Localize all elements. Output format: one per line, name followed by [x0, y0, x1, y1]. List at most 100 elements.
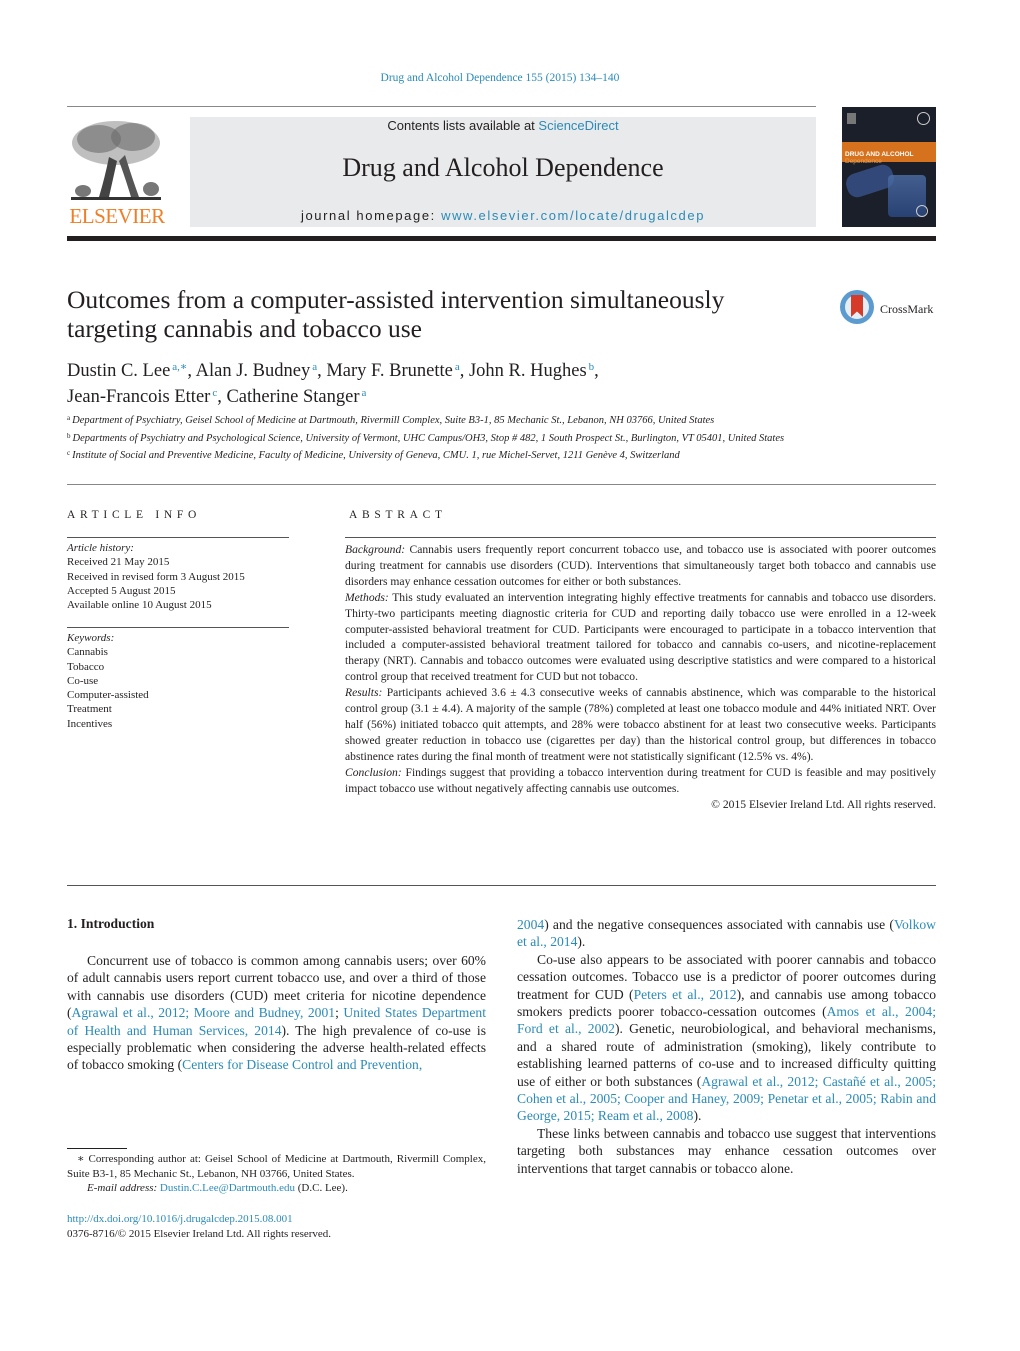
author-separator: , — [187, 361, 196, 381]
body-paragraph: These links between cannabis and tobacco… — [517, 1125, 936, 1177]
contents-prefix: Contents lists available at — [387, 118, 539, 133]
cover-title: DRUG AND ALCOHOL — [845, 151, 914, 158]
abstract-background: Background: Cannabis users frequently re… — [345, 542, 936, 590]
header-thick-rule — [67, 236, 936, 241]
email-line: E-mail address: Dustin.C.Lee@Dartmouth.e… — [67, 1181, 486, 1196]
article-history: Article history: Received 21 May 2015 Re… — [67, 541, 297, 612]
cover-subtitle: Dependence — [845, 158, 882, 165]
article-info-heading: ARTICLE INFO — [67, 509, 201, 521]
citation-link[interactable]: 2004 — [517, 917, 544, 932]
author[interactable]: Mary F. Brunette a — [326, 361, 459, 381]
abstract-conclusion: Conclusion: Findings suggest that provid… — [345, 765, 936, 797]
journal-cover-image[interactable]: DRUG AND ALCOHOL Dependence — [842, 107, 936, 227]
citation-link[interactable]: Agrawal et al., 2012; Moore and Budney, … — [72, 1005, 336, 1020]
journal-citation-link[interactable]: Drug and Alcohol Dependence 155 (2015) 1… — [0, 72, 1000, 84]
author-name: Dustin C. Lee — [67, 361, 171, 381]
cover-society-icon — [916, 205, 928, 217]
abstract-results: Results: Participants achieved 3.6 ± 4.3… — [345, 685, 936, 765]
body-paragraph: Co-use also appears to be associated wit… — [517, 951, 936, 1125]
section-divider — [67, 484, 936, 485]
affiliation: c Institute of Social and Preventive Medi… — [67, 446, 827, 464]
homepage-link[interactable]: www.elsevier.com/locate/drugalcdep — [441, 208, 705, 223]
abstract-end-rule — [67, 885, 936, 886]
keywords: Keywords: Cannabis Tobacco Co-use Comput… — [67, 631, 297, 731]
author-name: Catherine Stanger — [226, 387, 360, 407]
article-title: Outcomes from a computer-assisted interv… — [67, 285, 725, 343]
keyword: Tobacco — [67, 660, 105, 673]
abstract-section-text: This study evaluated an intervention int… — [345, 590, 936, 684]
header-divider — [67, 106, 816, 107]
elsevier-logo[interactable]: ELSEVIER — [67, 117, 167, 229]
crossmark-button[interactable]: CrossMark — [840, 290, 940, 330]
email-suffix: (D.C. Lee). — [295, 1182, 348, 1195]
abstract-heading: ABSTRACT — [349, 509, 447, 521]
affiliation-text: Departments of Psychiatry and Psychologi… — [72, 432, 785, 444]
keyword: Cannabis — [67, 646, 108, 659]
abstract-section-text: Findings suggest that providing a tobacc… — [345, 765, 936, 795]
author-separator: , — [594, 361, 599, 381]
body-paragraph: Concurrent use of tobacco is common amon… — [67, 952, 486, 1074]
keyword: Computer-assisted — [67, 689, 149, 702]
abstract-section-label: Conclusion: — [345, 765, 402, 779]
body-text: ). — [693, 1108, 702, 1124]
author[interactable]: Alan J. Budney a — [196, 361, 317, 381]
affiliation: b Departments of Psychiatry and Psycholog… — [67, 429, 827, 447]
cover-publisher-icon — [847, 113, 856, 124]
keyword: Co-use — [67, 674, 99, 687]
doi-link[interactable]: http://dx.doi.org/10.1016/j.drugalcdep.2… — [67, 1213, 293, 1225]
affiliation-text: Department of Psychiatry, Geisel School … — [72, 415, 715, 426]
affiliation-mark: a — [67, 414, 71, 422]
abstract-section-text: Cannabis users frequently report concurr… — [345, 543, 936, 588]
email-link[interactable]: Dustin.C.Lee@Dartmouth.edu — [160, 1182, 295, 1194]
author[interactable]: Jean-Francois Etter c — [67, 387, 217, 407]
abstract-copyright: © 2015 Elsevier Ireland Ltd. All rights … — [711, 797, 936, 811]
doi-block: http://dx.doi.org/10.1016/j.drugalcdep.2… — [67, 1212, 331, 1242]
author-affil-link[interactable]: a,∗ — [172, 361, 187, 373]
abstract-rule — [345, 537, 936, 538]
body-text: ) and the negative consequences associat… — [544, 917, 894, 932]
sciencedirect-link[interactable]: ScienceDirect — [538, 118, 618, 133]
email-label: E-mail address: — [87, 1182, 158, 1195]
citation-link[interactable]: Centers for Disease Control and Preventi… — [182, 1057, 422, 1072]
affiliation-text: Institute of Social and Preventive Medic… — [72, 450, 680, 461]
footnote: ∗ Corresponding author at: Geisel School… — [67, 1152, 486, 1196]
history-item: Accepted 5 August 2015 — [67, 584, 176, 597]
body-column-left: Concurrent use of tobacco is common amon… — [67, 952, 486, 1074]
affiliation-mark: c — [67, 449, 71, 457]
author-separator: , — [459, 361, 469, 381]
author-list: Dustin C. Lee a,∗, Alan J. Budney a, Mary … — [67, 356, 847, 408]
issn-copyright: 0376-8716/© 2015 Elsevier Ireland Ltd. A… — [67, 1227, 332, 1240]
body-text: ). — [577, 934, 586, 950]
author[interactable]: John R. Hughes b — [469, 361, 594, 381]
elsevier-tree-icon — [71, 121, 161, 200]
author[interactable]: Dustin C. Lee a,∗ — [67, 361, 187, 381]
body-column-right: 2004) and the negative consequences asso… — [517, 916, 936, 1177]
crossmark-label: CrossMark — [880, 302, 934, 316]
author-name: John R. Hughes — [468, 361, 587, 381]
body-text: These links between cannabis and tobacco… — [517, 1125, 936, 1176]
author-name: Jean-Francois Etter — [67, 387, 211, 407]
homepage-prefix: journal homepage: — [300, 208, 442, 223]
body-paragraph: 2004) and the negative consequences asso… — [517, 916, 936, 951]
affiliation-mark: b — [67, 431, 71, 440]
citation-link[interactable]: Peters et al., 2012 — [634, 987, 737, 1002]
history-item: Received 21 May 2015 — [67, 556, 170, 569]
footnote-rule — [67, 1148, 127, 1149]
abstract-section-label: Methods: — [345, 590, 389, 604]
contents-line: Contents lists available at ScienceDirec… — [190, 118, 816, 133]
abstract-section-label: Results: — [345, 686, 383, 700]
author[interactable]: Catherine Stanger a — [226, 387, 366, 407]
author-name: Mary F. Brunette — [326, 361, 453, 381]
history-label: Article history: — [67, 542, 134, 554]
author-affil-link[interactable]: a — [362, 387, 367, 399]
history-item: Received in revised form 3 August 2015 — [67, 570, 245, 583]
elsevier-wordmark: ELSEVIER — [69, 204, 165, 228]
history-item: Available online 10 August 2015 — [67, 599, 212, 612]
article-info-rule — [67, 537, 289, 538]
affiliation: a Department of Psychiatry, Geisel School… — [67, 411, 827, 429]
affiliations: a Department of Psychiatry, Geisel School… — [67, 411, 827, 464]
abstract-body: Background: Cannabis users frequently re… — [345, 542, 936, 812]
abstract-methods: Methods: This study evaluated an interve… — [345, 590, 936, 685]
section-heading-introduction: 1. Introduction — [67, 916, 155, 931]
journal-title: Drug and Alcohol Dependence — [342, 153, 664, 182]
